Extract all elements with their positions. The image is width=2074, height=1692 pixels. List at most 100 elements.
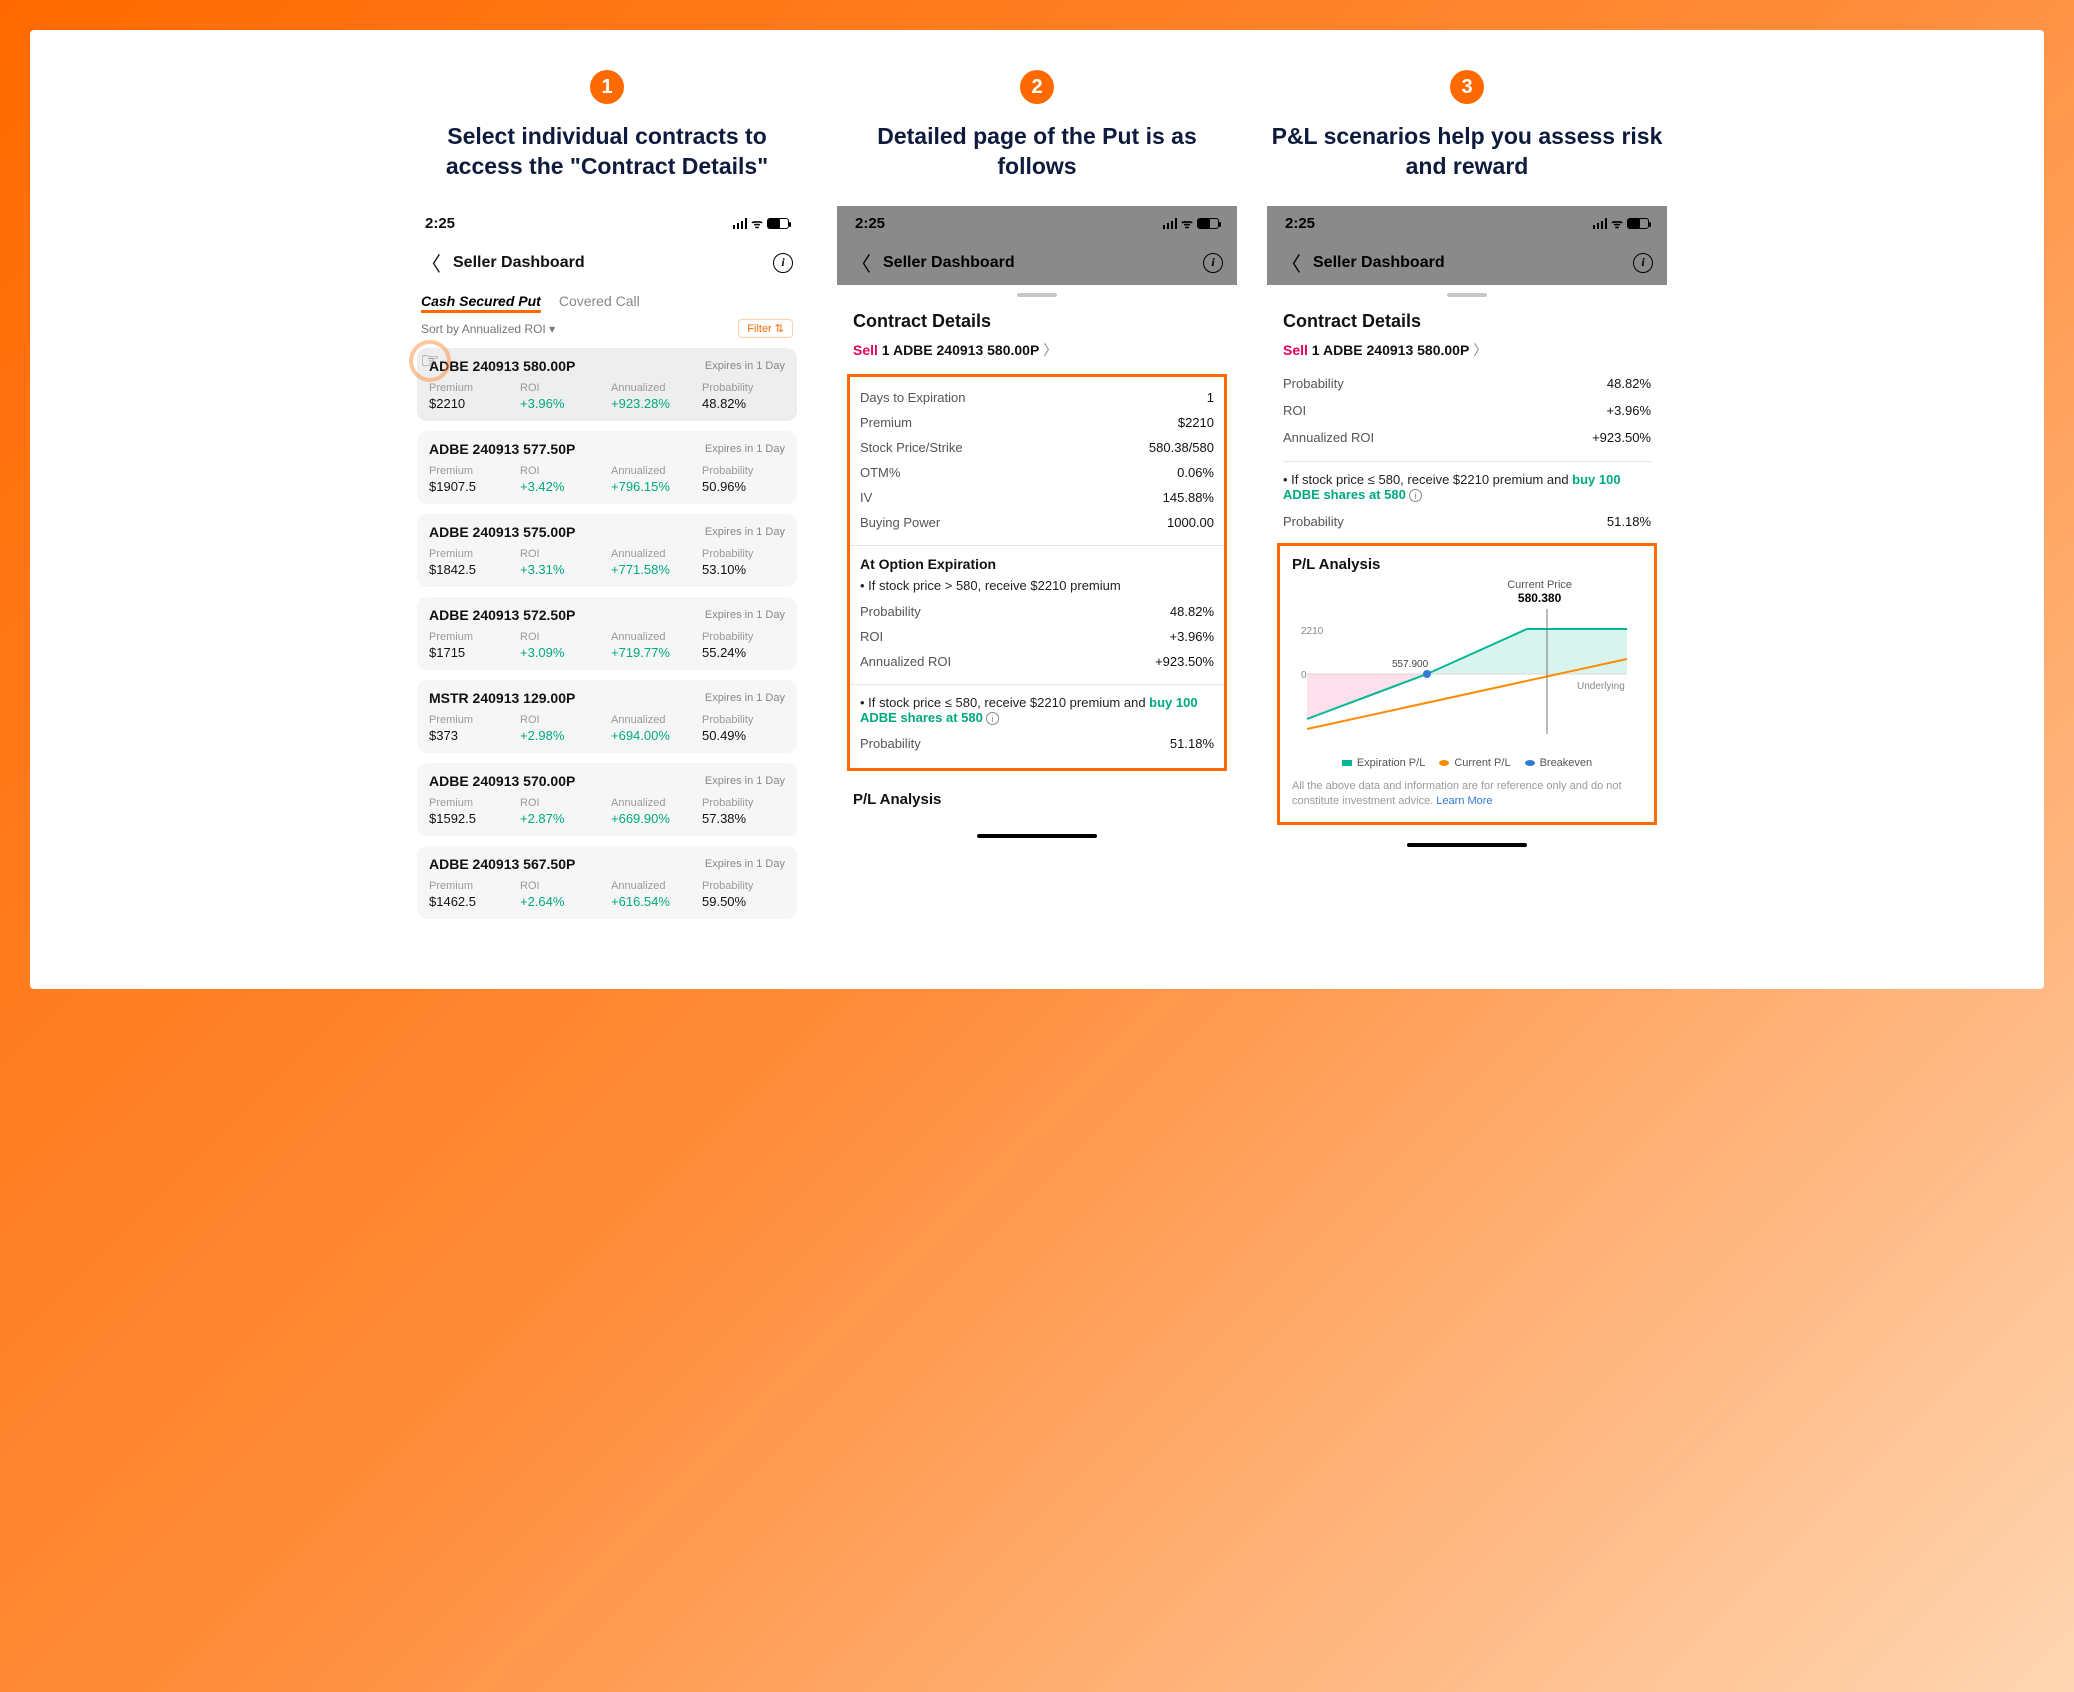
annualized-value: +719.77% — [611, 645, 694, 660]
wifi-icon: ᯤ — [1181, 214, 1193, 232]
page-title: Seller Dashboard — [1313, 254, 1621, 272]
contract-card[interactable]: ADBE 240913 572.50PExpires in 1 Day Prem… — [417, 597, 797, 670]
contract-card[interactable]: ADBE 240913 577.50PExpires in 1 Day Prem… — [417, 431, 797, 504]
contract-details-heading: Contract Details — [837, 297, 1237, 340]
legend-expiration-pl: Expiration P/L — [1342, 757, 1425, 769]
battery-icon — [1627, 218, 1649, 229]
info-icon[interactable]: i — [773, 253, 793, 273]
home-indicator — [977, 834, 1097, 838]
probability-value: 51.18% — [1607, 514, 1651, 529]
annualized-label: Annualized — [611, 382, 694, 394]
annualized-value: +694.00% — [611, 728, 694, 743]
svg-text:557.900: 557.900 — [1392, 659, 1429, 670]
probability-value: 51.18% — [1170, 736, 1214, 751]
roi-label: ROI — [520, 714, 603, 726]
annualized-roi-label: Annualized ROI — [860, 654, 951, 669]
pl-analysis-heading: P/L Analysis — [1292, 556, 1642, 573]
premium-label: Premium — [429, 382, 512, 394]
roi-value: +2.98% — [520, 728, 603, 743]
phone-screen-3: 2:25 ᯤ 〈 Seller Dashboard i Contract Det… — [1267, 206, 1667, 853]
current-price-marker: Current Price 580.380 — [1507, 579, 1572, 605]
premium-value: $2210 — [429, 396, 512, 411]
premium-label: Premium — [429, 548, 512, 560]
buying-power-label: Buying Power — [860, 515, 940, 530]
contract-card[interactable]: ADBE 240913 575.00PExpires in 1 Day Prem… — [417, 514, 797, 587]
premium-label: Premium — [429, 714, 512, 726]
probability-value: 53.10% — [702, 562, 785, 577]
contract-symbol: MSTR 240913 129.00P — [429, 690, 575, 706]
sell-label: Sell — [853, 342, 878, 358]
roi-value: +3.96% — [1607, 403, 1651, 418]
annualized-label: Annualized — [611, 465, 694, 477]
step-3-title: P&L scenarios help you assess risk and r… — [1267, 122, 1667, 184]
premium-label: Premium — [429, 465, 512, 477]
premium-value: $1842.5 — [429, 562, 512, 577]
sort-dropdown[interactable]: Sort by Annualized ROI ▾ — [421, 322, 555, 336]
phone-screen-2: 2:25 ᯤ 〈 Seller Dashboard i Contract Det… — [837, 206, 1237, 844]
premium-value: $1592.5 — [429, 811, 512, 826]
roi-value: +3.96% — [1170, 629, 1214, 644]
probability-label: Probability — [860, 736, 921, 751]
tab-cash-secured-put[interactable]: Cash Secured Put — [421, 293, 541, 309]
annualized-roi-label: Annualized ROI — [1283, 430, 1374, 445]
info-icon[interactable]: i — [1409, 489, 1422, 502]
phone-screen-1: 2:25 ᯤ 〈 Seller Dashboard i Cash Secured… — [407, 206, 807, 929]
svg-text:2210: 2210 — [1301, 626, 1324, 637]
status-bar: 2:25 ᯤ — [407, 206, 807, 240]
contract-expiry: Expires in 1 Day — [705, 692, 785, 704]
contract-expiry: Expires in 1 Day — [705, 360, 785, 372]
contract-expiry: Expires in 1 Day — [705, 609, 785, 621]
step-badge-3: 3 — [1450, 70, 1484, 104]
iv-value: 145.88% — [1163, 490, 1214, 505]
contract-details-heading: Contract Details — [1267, 297, 1667, 340]
contract-identifier[interactable]: Sell 1 ADBE 240913 580.00P〉 — [837, 340, 1237, 370]
svg-text:0: 0 — [1301, 670, 1307, 681]
nav-bar: 〈 Seller Dashboard i — [1267, 240, 1667, 285]
pl-chart[interactable]: Current Price 580.380 — [1292, 579, 1642, 749]
iv-label: IV — [860, 490, 872, 505]
contract-name: 1 ADBE 240913 580.00P — [1308, 342, 1469, 358]
step-2-title: Detailed page of the Put is as follows — [837, 122, 1237, 184]
learn-more-link[interactable]: Learn More — [1436, 795, 1492, 807]
probability-label: Probability — [860, 604, 921, 619]
roi-label: ROI — [520, 880, 603, 892]
contract-details-highlight: Days to Expiration1 Premium$2210 Stock P… — [847, 374, 1227, 771]
contract-expiry: Expires in 1 Day — [705, 775, 785, 787]
back-icon[interactable]: 〈 — [1281, 248, 1301, 277]
annualized-label: Annualized — [611, 631, 694, 643]
svg-text:Underlying: Underlying — [1577, 681, 1625, 692]
back-icon[interactable]: 〈 — [421, 248, 441, 277]
scenario-2-prefix: • If stock price ≤ 580, receive $2210 pr… — [860, 695, 1149, 710]
contract-card[interactable]: ADBE 240913 567.50PExpires in 1 Day Prem… — [417, 846, 797, 919]
tab-covered-call[interactable]: Covered Call — [559, 293, 640, 309]
battery-icon — [767, 218, 789, 229]
nav-bar: 〈 Seller Dashboard i — [837, 240, 1237, 285]
scenario-prefix: • If stock price ≤ 580, receive $2210 pr… — [1283, 472, 1572, 487]
info-icon[interactable]: i — [1203, 253, 1223, 273]
back-icon[interactable]: 〈 — [851, 248, 871, 277]
annualized-label: Annualized — [611, 797, 694, 809]
filter-button[interactable]: Filter ⇅ — [738, 319, 793, 338]
contract-card[interactable]: ADBE 240913 570.00PExpires in 1 Day Prem… — [417, 763, 797, 836]
contract-symbol: ADBE 240913 570.00P — [429, 773, 575, 789]
premium-label: Premium — [860, 415, 912, 430]
contract-identifier[interactable]: Sell 1 ADBE 240913 580.00P〉 — [1267, 340, 1667, 370]
sell-label: Sell — [1283, 342, 1308, 358]
page-title: Seller Dashboard — [453, 254, 761, 272]
pl-analysis-heading: P/L Analysis — [837, 787, 1237, 816]
contract-type-tabs: Cash Secured Put Covered Call — [407, 285, 807, 313]
otm-label: OTM% — [860, 465, 900, 480]
wifi-icon: ᯤ — [1611, 214, 1623, 232]
contract-card[interactable]: MSTR 240913 129.00P Expires in 1 Day Prem… — [417, 680, 797, 753]
legend-breakeven: Breakeven — [1525, 757, 1593, 769]
probability-value: 57.38% — [702, 811, 785, 826]
step-1-title: Select individual contracts to access th… — [407, 122, 807, 184]
premium-label: Premium — [429, 631, 512, 643]
at-expiration-heading: At Option Expiration — [860, 556, 1214, 572]
info-icon[interactable]: i — [1633, 253, 1653, 273]
roi-label: ROI — [520, 548, 603, 560]
info-icon[interactable]: i — [986, 712, 999, 725]
contract-card[interactable]: ADBE 240913 580.00P Expires in 1 Day Pre… — [417, 348, 797, 421]
status-bar: 2:25 ᯤ — [1267, 206, 1667, 240]
annualized-label: Annualized — [611, 880, 694, 892]
